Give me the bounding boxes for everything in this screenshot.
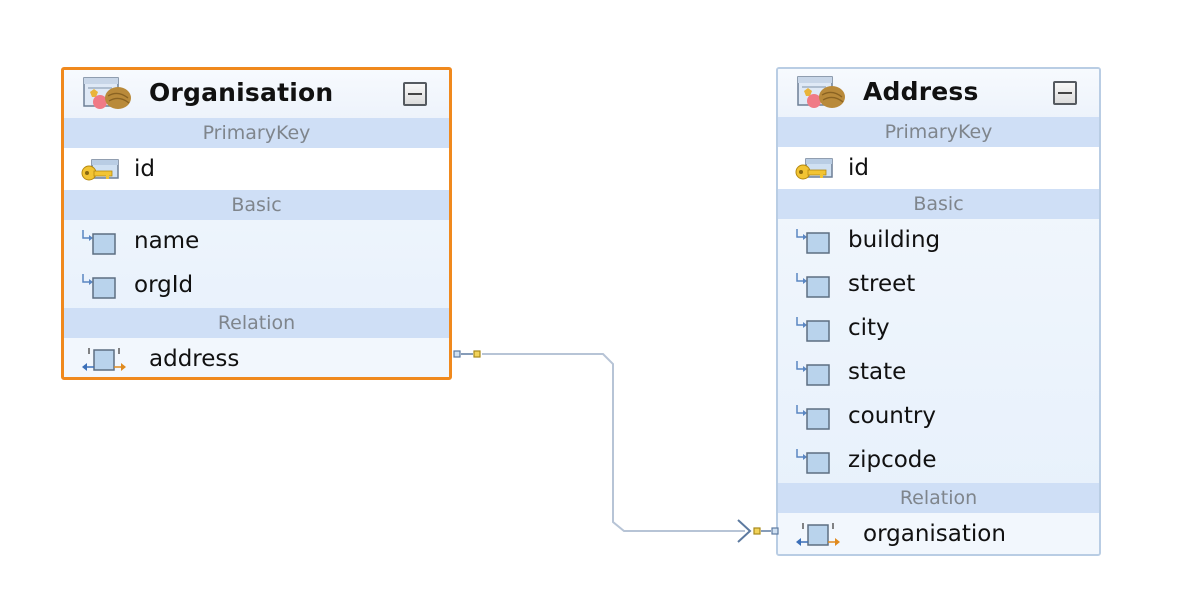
section-header-basic: Basic	[64, 190, 449, 220]
field-label: id	[848, 155, 869, 181]
field-label: street	[848, 271, 916, 297]
attribute-icon	[80, 272, 120, 300]
entity-title: Address	[863, 77, 979, 106]
entity-header[interactable]: Organisation	[64, 70, 449, 118]
source-anchor[interactable]	[453, 350, 481, 358]
crows-foot-icon	[737, 519, 752, 543]
section-header-basic: Basic	[778, 189, 1099, 219]
section-header-relation: Relation	[64, 308, 449, 338]
attribute-icon	[794, 271, 834, 299]
field-row[interactable]: street	[778, 263, 1099, 307]
field-label: organisation	[863, 521, 1006, 547]
entity-organisation[interactable]: Organisation PrimaryKey id Basic name or…	[61, 67, 452, 380]
entity-address[interactable]: Address PrimaryKey id Basic building str…	[776, 67, 1101, 556]
field-row[interactable]: state	[778, 351, 1099, 395]
relation-row[interactable]: address	[64, 338, 449, 377]
field-label: address	[149, 346, 240, 372]
field-row[interactable]: orgId	[64, 264, 449, 308]
field-label: name	[134, 228, 200, 254]
field-row[interactable]: city	[778, 307, 1099, 351]
attribute-icon	[794, 403, 834, 431]
attribute-icon	[794, 227, 834, 255]
collapse-icon[interactable]	[1053, 81, 1077, 105]
field-row[interactable]: id	[64, 148, 449, 190]
field-row[interactable]: id	[778, 147, 1099, 189]
section-header-relation: Relation	[778, 483, 1099, 513]
collapse-icon[interactable]	[403, 82, 427, 106]
section-header-primary-key: PrimaryKey	[64, 118, 449, 148]
section-header-primary-key: PrimaryKey	[778, 117, 1099, 147]
field-label: state	[848, 359, 907, 385]
entity-header[interactable]: Address	[778, 69, 1099, 117]
relation-icon	[80, 346, 130, 374]
field-row[interactable]: zipcode	[778, 439, 1099, 483]
key-icon	[80, 156, 120, 184]
attribute-icon	[794, 359, 834, 387]
entity-title: Organisation	[149, 78, 334, 107]
entity-icon	[82, 76, 134, 112]
field-row[interactable]: country	[778, 395, 1099, 439]
key-icon	[794, 155, 834, 183]
field-label: zipcode	[848, 447, 937, 473]
relation-icon	[794, 521, 844, 549]
field-label: id	[134, 156, 155, 182]
field-label: building	[848, 227, 941, 253]
field-label: orgId	[134, 272, 194, 298]
connector-line	[482, 353, 745, 532]
attribute-icon	[794, 315, 834, 343]
field-row[interactable]: building	[778, 219, 1099, 263]
field-label: country	[848, 403, 936, 429]
field-row[interactable]: name	[64, 220, 449, 264]
entity-icon	[796, 75, 848, 111]
attribute-icon	[794, 447, 834, 475]
field-label: city	[848, 315, 890, 341]
target-anchor[interactable]	[753, 527, 779, 535]
attribute-icon	[80, 228, 120, 256]
relation-row[interactable]: organisation	[778, 513, 1099, 554]
